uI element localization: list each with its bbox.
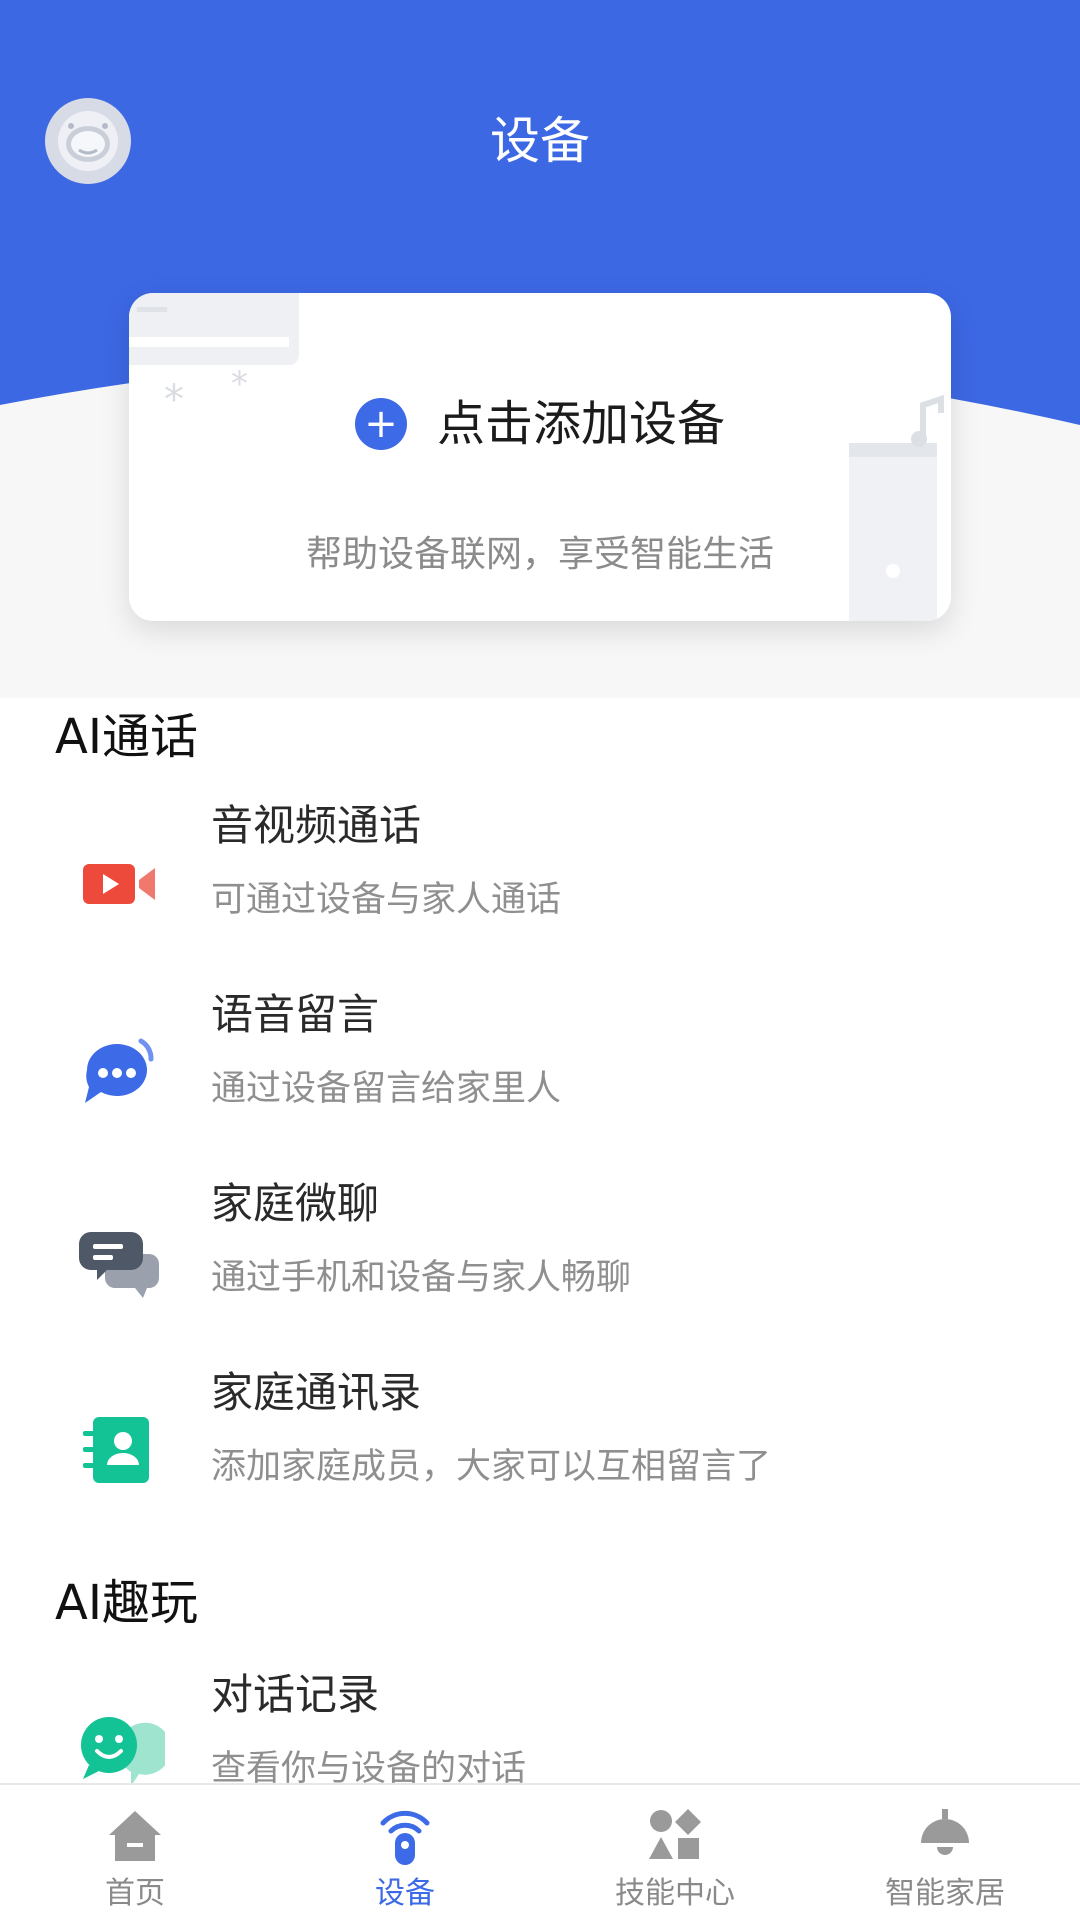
plus-icon[interactable]: + [354, 398, 407, 450]
nav-item-smart-home[interactable]: 智能家居 [810, 1785, 1080, 1920]
add-device-row[interactable]: + 点击添加设备 [129, 393, 951, 455]
item-description: 通过手机和设备与家人畅聊 [211, 1258, 632, 1298]
nav-item-skills[interactable]: 技能中心 [540, 1785, 810, 1920]
item-title: 对话记录 [211, 1670, 380, 1719]
voice-message-icon [85, 1038, 154, 1103]
section-title-ai-fun: AI趣玩 [55, 1575, 198, 1631]
contact-book-icon [83, 1417, 149, 1483]
smart-home-icon [913, 1803, 977, 1867]
item-description: 通过设备留言给家里人 [211, 1069, 562, 1109]
nav-label: 设备 [375, 1876, 435, 1911]
section-title-ai-call: AI通话 [55, 709, 198, 765]
nav-item-home[interactable]: 首页 [0, 1785, 270, 1920]
bottom-navigation: 首页 设备 技能中心 智能家居 [0, 1783, 1080, 1920]
list-item-family-contacts[interactable]: 家庭通讯录 添加家庭成员，大家可以互相留言了 [0, 1363, 1080, 1543]
page-title: 设备 [490, 112, 590, 170]
nav-label: 技能中心 [615, 1876, 735, 1911]
home-icon [103, 1803, 167, 1867]
nav-item-device[interactable]: 设备 [270, 1785, 540, 1920]
nav-label: 首页 [105, 1876, 165, 1911]
device-icon [373, 1803, 437, 1867]
video-call-icon [83, 864, 155, 904]
item-description: 可通过设备与家人通话 [211, 880, 562, 920]
item-title: 音视频通话 [211, 801, 422, 850]
add-device-subtitle: 帮助设备联网，享受智能生活 [305, 534, 774, 575]
list-item-video-call[interactable]: 音视频通话 可通过设备与家人通话 [0, 796, 1080, 976]
item-description: 添加家庭成员，大家可以互相留言了 [211, 1447, 772, 1487]
nav-label: 智能家居 [885, 1876, 1005, 1911]
item-title: 家庭通讯录 [211, 1368, 422, 1417]
list-item-family-chat[interactable]: 家庭微聊 通过手机和设备与家人畅聊 [0, 1174, 1080, 1354]
item-title: 家庭微聊 [211, 1179, 380, 1228]
conversation-record-icon [81, 1717, 165, 1786]
device-page: 设备 * * + 点击添加设备 帮助设备联网，享受智能生活 AI通话 音视频通话… [0, 0, 1080, 1920]
skills-icon [643, 1803, 707, 1867]
chat-bubbles-icon [79, 1232, 159, 1298]
add-device-label[interactable]: 点击添加设备 [437, 393, 725, 455]
item-title: 语音留言 [211, 990, 380, 1039]
add-device-card[interactable]: * * + 点击添加设备 帮助设备联网，享受智能生活 [129, 293, 951, 621]
list-item-voice-message[interactable]: 语音留言 通过设备留言给家里人 [0, 985, 1080, 1165]
